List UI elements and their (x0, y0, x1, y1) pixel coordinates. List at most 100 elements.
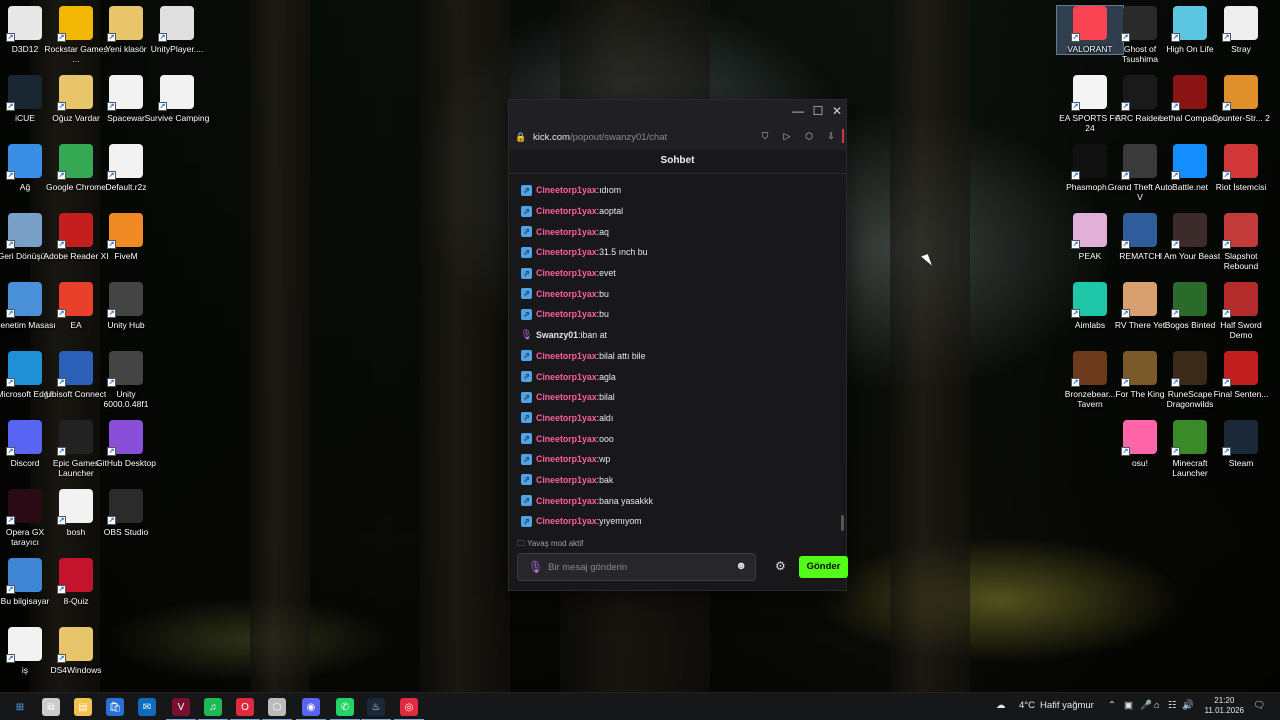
chat-username[interactable]: Cineetorp1yax (536, 413, 597, 423)
chat-message[interactable]: ⇗ Cineetorp1yax: bilal (521, 387, 836, 408)
chat-message[interactable]: ⇗ Cineetorp1yax: aq (521, 221, 836, 242)
chat-message[interactable]: ⇗ Cineetorp1yax: ıdıom (521, 180, 836, 201)
desktop-shortcut[interactable]: ↗ Final Senten... (1208, 351, 1274, 399)
task-view-icon[interactable]: ⧉ (42, 698, 60, 716)
desktop-shortcut[interactable]: ↗ Counter-Str... 2 (1208, 75, 1274, 123)
chat-username[interactable]: Cineetorp1yax (536, 392, 597, 402)
opera-gx-icon[interactable]: O (230, 698, 260, 720)
unity-icon[interactable]: ⬡ (262, 698, 292, 720)
verified-badge-icon[interactable]: ⇗ (521, 288, 532, 300)
chat-username[interactable]: Cineetorp1yax (536, 247, 597, 257)
weather-icon[interactable]: ☁ (996, 700, 1006, 711)
verified-badge-icon[interactable]: ⇗ (521, 515, 532, 527)
chat-message[interactable]: ⇗ Cineetorp1yax: evet (521, 263, 836, 284)
chat-username[interactable]: Cineetorp1yax (536, 475, 597, 485)
chat-username[interactable]: Cineetorp1yax (536, 206, 597, 216)
verified-badge-icon[interactable]: ⇗ (521, 267, 532, 279)
chat-username[interactable]: Cineetorp1yax (536, 268, 597, 278)
verified-badge-icon[interactable]: ⇗ (521, 433, 532, 445)
chat-username[interactable]: Cineetorp1yax (536, 351, 597, 361)
extension-icon[interactable]: ⬡ (802, 129, 816, 143)
desktop-shortcut[interactable]: ↗ Half Sword Demo (1208, 282, 1274, 340)
chat-message[interactable]: ⇗ Cineetorp1yax: 31.5 ınch bu (521, 242, 836, 263)
chat-username[interactable]: Cineetorp1yax (536, 516, 597, 526)
desktop-shortcut[interactable]: ↗ OBS Studio (93, 489, 159, 537)
chat-username[interactable]: Cineetorp1yax (536, 434, 597, 444)
valorant-icon[interactable]: V (166, 698, 196, 720)
notification-icon[interactable]: 🗨 (1253, 700, 1265, 711)
volume-icon[interactable]: 🔊 (1182, 700, 1194, 711)
tray-chevron-icon[interactable]: ⌃ (1108, 700, 1116, 711)
microsoft-store-icon[interactable]: 🛍 (106, 698, 124, 716)
desktop-shortcut[interactable]: ↗ DS4Windows (43, 627, 109, 675)
broadcaster-badge-icon[interactable]: 🎙 (520, 330, 533, 341)
microphone-tray-icon[interactable]: 🎤 (1140, 700, 1152, 711)
file-explorer-icon[interactable]: ▤ (74, 698, 92, 716)
gear-icon[interactable]: ⚙ (775, 559, 786, 573)
chat-message[interactable]: ⇗ Cineetorp1yax: aoptal (521, 201, 836, 222)
chat-message[interactable]: ⇗ Cineetorp1yax: wp (521, 449, 836, 470)
network-tray-icon[interactable]: ☷ (1168, 700, 1177, 711)
discord-chrome-icon[interactable]: ◉ (296, 698, 326, 720)
chat-message[interactable]: ⇗ Cineetorp1yax: agla (521, 366, 836, 387)
desktop-shortcut[interactable]: ↗ Survive Camping (144, 75, 210, 123)
desktop-shortcut[interactable]: ↗ GitHub Desktop (93, 420, 159, 468)
spotify-icon[interactable]: ♫ (198, 698, 228, 720)
verified-badge-icon[interactable]: ⇗ (521, 308, 532, 320)
usb-icon[interactable]: ⌂ (1154, 700, 1160, 711)
chat-scrollbar[interactable] (841, 515, 844, 531)
verified-badge-icon[interactable]: ⇗ (521, 412, 532, 424)
verified-badge-icon[interactable]: ⇗ (521, 350, 532, 362)
minimize-icon[interactable]: — (791, 104, 805, 118)
desktop-shortcut[interactable]: ↗ 8-Quiz (43, 558, 109, 606)
emoji-icon[interactable]: ☻ (735, 560, 747, 572)
shield-icon[interactable]: ⛉ (758, 129, 772, 143)
chat-input-box[interactable]: 🎙 ☻ (517, 553, 756, 581)
address-bar[interactable]: 🔒 kick.com/popout/swanzy01/chat ⛉ ▷ ⬡ ⇩ (509, 124, 846, 150)
tray-app-icon[interactable]: ▣ (1124, 700, 1133, 711)
message-input[interactable] (548, 559, 728, 575)
taskbar-clock[interactable]: 21:20 11.01.2026 (1205, 696, 1244, 716)
desktop-shortcut[interactable]: ↗ Stray (1208, 6, 1274, 54)
verified-badge-icon[interactable]: ⇗ (521, 474, 532, 486)
kick-chat-window[interactable]: — ☐ ✕ 🔒 kick.com/popout/swanzy01/chat ⛉ … (508, 99, 848, 591)
weather-temp[interactable]: 4°C (1019, 700, 1035, 711)
window-titlebar[interactable]: — ☐ ✕ (509, 100, 846, 124)
chat-message[interactable]: ⇗ Cineetorp1yax: bana yasakkk (521, 490, 836, 511)
verified-badge-icon[interactable]: ⇗ (521, 205, 532, 217)
chat-username[interactable]: Swanzy01 (536, 330, 578, 340)
verified-badge-icon[interactable]: ⇗ (521, 371, 532, 383)
start-icon[interactable]: ⊞ (11, 698, 29, 716)
send-icon[interactable]: ▷ (780, 129, 794, 143)
desktop-shortcut[interactable]: ↗ Riot İstemcisi (1208, 144, 1274, 192)
chat-message[interactable]: ⇗ Cineetorp1yax: aldı (521, 408, 836, 429)
chat-message[interactable]: ⇗ Cineetorp1yax: bu (521, 283, 836, 304)
desktop-shortcut[interactable]: ↗ UnityPlayer.... (144, 6, 210, 54)
desktop-shortcut[interactable]: ↗ FiveM (93, 213, 159, 261)
chat-message[interactable]: ⇗ Cineetorp1yax: bilal attı bile (521, 346, 836, 367)
verified-badge-icon[interactable]: ⇗ (521, 246, 532, 258)
chat-username[interactable]: Cineetorp1yax (536, 309, 597, 319)
url-text[interactable]: kick.com/popout/swanzy01/chat (533, 132, 667, 143)
verified-badge-icon[interactable]: ⇗ (521, 184, 532, 196)
chat-message-list[interactable]: ⇗ Cineetorp1yax: ıdıom ⇗ Cineetorp1yax: aop… (509, 174, 848, 534)
chat-username[interactable]: Cineetorp1yax (536, 289, 597, 299)
chat-message[interactable]: ⇗ Cineetorp1yax: ooo (521, 428, 836, 449)
chat-username[interactable]: Cineetorp1yax (536, 185, 597, 195)
obs-icon[interactable]: ◎ (394, 698, 424, 720)
whatsapp-icon[interactable]: ✆ (330, 698, 360, 720)
maximize-icon[interactable]: ☐ (811, 104, 825, 118)
desktop-shortcut[interactable]: ↗ Unity Hub (93, 282, 159, 330)
outlook-icon[interactable]: ✉ (138, 698, 156, 716)
verified-badge-icon[interactable]: ⇗ (521, 453, 532, 465)
chat-username[interactable]: Cineetorp1yax (536, 372, 597, 382)
steam-icon[interactable]: ♨ (361, 698, 391, 720)
verified-badge-icon[interactable]: ⇗ (521, 391, 532, 403)
download-icon[interactable]: ⇩ (824, 129, 838, 143)
verified-badge-icon[interactable]: ⇗ (521, 495, 532, 507)
send-button[interactable]: Gönder (799, 556, 848, 578)
desktop-shortcut[interactable]: ↗ Default.r2z (93, 144, 159, 192)
chat-message[interactable]: ⇗ Cineetorp1yax: bu (521, 304, 836, 325)
chat-message[interactable]: ⇗ Cineetorp1yax: yıyemıyom (521, 511, 836, 532)
chat-username[interactable]: Cineetorp1yax (536, 227, 597, 237)
